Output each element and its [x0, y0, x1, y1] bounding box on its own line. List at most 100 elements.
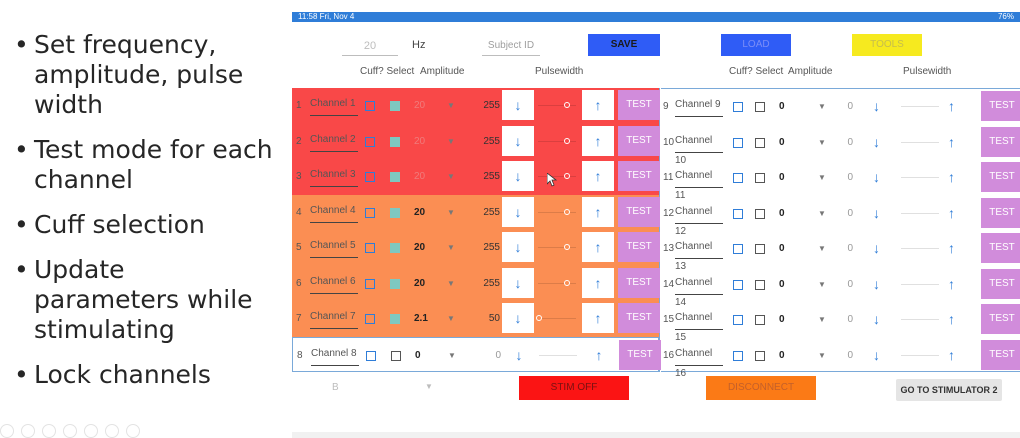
chevron-down-icon[interactable]: ▼ [818, 267, 826, 302]
save-button[interactable]: SAVE [588, 34, 660, 56]
arrow-up-icon[interactable]: ↑ [582, 125, 614, 156]
amplitude-value[interactable]: 20 [414, 159, 425, 194]
pulsewidth-slider[interactable] [901, 141, 939, 143]
chevron-down-icon[interactable]: ▼ [447, 124, 455, 159]
arrow-up-icon[interactable]: ↑ [583, 339, 615, 370]
arrow-up-icon[interactable]: ↑ [948, 125, 955, 160]
stim-toggle-button[interactable]: STIM OFF [519, 376, 629, 400]
arrow-down-icon[interactable]: ↓ [873, 338, 880, 373]
pulsewidth-slider[interactable] [901, 248, 939, 249]
channel-name-input[interactable]: Channel 3 [310, 165, 358, 187]
cuff-checkbox[interactable] [365, 207, 375, 218]
arrow-down-icon[interactable]: ↓ [873, 125, 880, 160]
select-checkbox[interactable] [390, 243, 400, 253]
frequency-input[interactable]: 20 [342, 38, 398, 56]
channel-name-input[interactable]: Channel 15 [675, 308, 723, 343]
pulsewidth-slider[interactable] [901, 212, 939, 214]
select-checkbox[interactable] [391, 350, 401, 361]
arrow-up-icon[interactable]: ↑ [948, 89, 955, 124]
amplitude-value[interactable]: 2.1 [414, 301, 428, 336]
channel-name-input[interactable]: Channel 13 [675, 237, 723, 272]
arrow-down-icon[interactable]: ↓ [502, 196, 534, 227]
arrow-down-icon[interactable]: ↓ [873, 89, 880, 124]
test-button[interactable]: TEST [619, 339, 661, 370]
select-checkbox[interactable] [390, 278, 400, 289]
select-checkbox[interactable] [755, 208, 765, 219]
chevron-down-icon[interactable]: ▼ [447, 195, 455, 230]
channel-name-input[interactable]: Channel 8 [311, 344, 359, 366]
cuff-checkbox[interactable] [733, 350, 743, 361]
arrow-up-icon[interactable]: ↑ [948, 231, 955, 266]
channel-name-input[interactable]: Channel 5 [310, 236, 358, 258]
test-button[interactable]: TEST [981, 339, 1020, 370]
test-button[interactable]: TEST [618, 196, 660, 227]
chevron-down-icon[interactable]: ▼ [447, 88, 455, 123]
channel-name-input[interactable]: Channel 2 [310, 130, 358, 152]
chevron-down-icon[interactable]: ▼ [425, 382, 433, 391]
disconnect-button[interactable]: DISCONNECT [706, 376, 816, 400]
amplitude-value[interactable]: 0 [779, 89, 785, 124]
select-checkbox[interactable] [390, 314, 400, 324]
cuff-checkbox[interactable] [733, 173, 743, 183]
test-button[interactable]: TEST [618, 90, 660, 120]
slider-knob[interactable] [564, 137, 570, 144]
test-button[interactable]: TEST [618, 232, 660, 262]
pulsewidth-slider[interactable] [538, 102, 576, 108]
channel-name-input[interactable]: Channel 4 [310, 201, 358, 223]
arrow-up-icon[interactable]: ↑ [582, 303, 614, 333]
test-button[interactable]: TEST [981, 233, 1020, 263]
pulsewidth-slider[interactable] [901, 283, 939, 285]
arrow-down-icon[interactable]: ↓ [873, 196, 880, 231]
arrow-up-icon[interactable]: ↑ [582, 90, 614, 120]
select-checkbox[interactable] [755, 279, 765, 290]
cuff-checkbox[interactable] [365, 172, 375, 182]
pulsewidth-slider[interactable] [538, 208, 576, 215]
test-button[interactable]: TEST [981, 91, 1020, 121]
amplitude-value[interactable]: 0 [779, 125, 785, 160]
arrow-down-icon[interactable]: ↓ [502, 125, 534, 156]
go-to-stimulator-2-button[interactable]: GO TO STIMULATOR 2 [896, 379, 1002, 401]
arrow-up-icon[interactable]: ↑ [582, 196, 614, 227]
cuff-checkbox[interactable] [733, 315, 743, 325]
arrow-up-icon[interactable]: ↑ [582, 267, 614, 298]
arrow-up-icon[interactable]: ↑ [948, 302, 955, 337]
tools-button[interactable]: TOOLS [852, 34, 922, 56]
amplitude-value[interactable]: 0 [779, 196, 785, 231]
chevron-down-icon[interactable]: ▼ [818, 160, 826, 195]
chevron-down-icon[interactable]: ▼ [447, 266, 455, 301]
test-button[interactable]: TEST [981, 162, 1020, 192]
amplitude-value[interactable]: 0 [779, 338, 785, 373]
pulsewidth-slider[interactable] [538, 173, 576, 179]
pulsewidth-slider[interactable] [538, 244, 576, 250]
test-button[interactable]: TEST [618, 267, 660, 298]
test-button[interactable]: TEST [618, 303, 660, 333]
cuff-checkbox[interactable] [733, 102, 743, 112]
pulsewidth-slider[interactable] [536, 315, 576, 321]
cuff-checkbox[interactable] [733, 279, 743, 290]
select-checkbox[interactable] [390, 136, 400, 147]
test-button[interactable]: TEST [981, 304, 1020, 334]
amplitude-value[interactable]: 20 [414, 88, 425, 123]
select-checkbox[interactable] [755, 102, 765, 112]
subject-id-input[interactable]: Subject ID [482, 38, 540, 56]
pulsewidth-slider[interactable] [539, 354, 577, 356]
chevron-down-icon[interactable]: ▼ [447, 159, 455, 194]
amplitude-value[interactable]: 0 [779, 302, 785, 337]
cuff-checkbox[interactable] [365, 314, 375, 324]
pulsewidth-slider[interactable] [901, 354, 939, 356]
arrow-down-icon[interactable]: ↓ [873, 267, 880, 302]
select-checkbox[interactable] [390, 101, 400, 111]
slider-knob[interactable] [564, 244, 570, 250]
arrow-up-icon[interactable]: ↑ [948, 338, 955, 373]
arrow-up-icon[interactable]: ↑ [582, 161, 614, 191]
slider-knob[interactable] [564, 102, 570, 108]
amplitude-value[interactable]: 20 [414, 266, 425, 301]
slider-knob[interactable] [564, 173, 570, 179]
cuff-checkbox[interactable] [733, 137, 743, 148]
channel-name-input[interactable]: Channel 11 [675, 166, 723, 201]
pulsewidth-slider[interactable] [538, 279, 576, 286]
amplitude-value[interactable]: 20 [414, 195, 425, 230]
arrow-up-icon[interactable]: ↑ [582, 232, 614, 262]
channel-name-input[interactable]: Channel 6 [310, 272, 358, 294]
channel-name-input[interactable]: Channel 10 [675, 131, 723, 166]
